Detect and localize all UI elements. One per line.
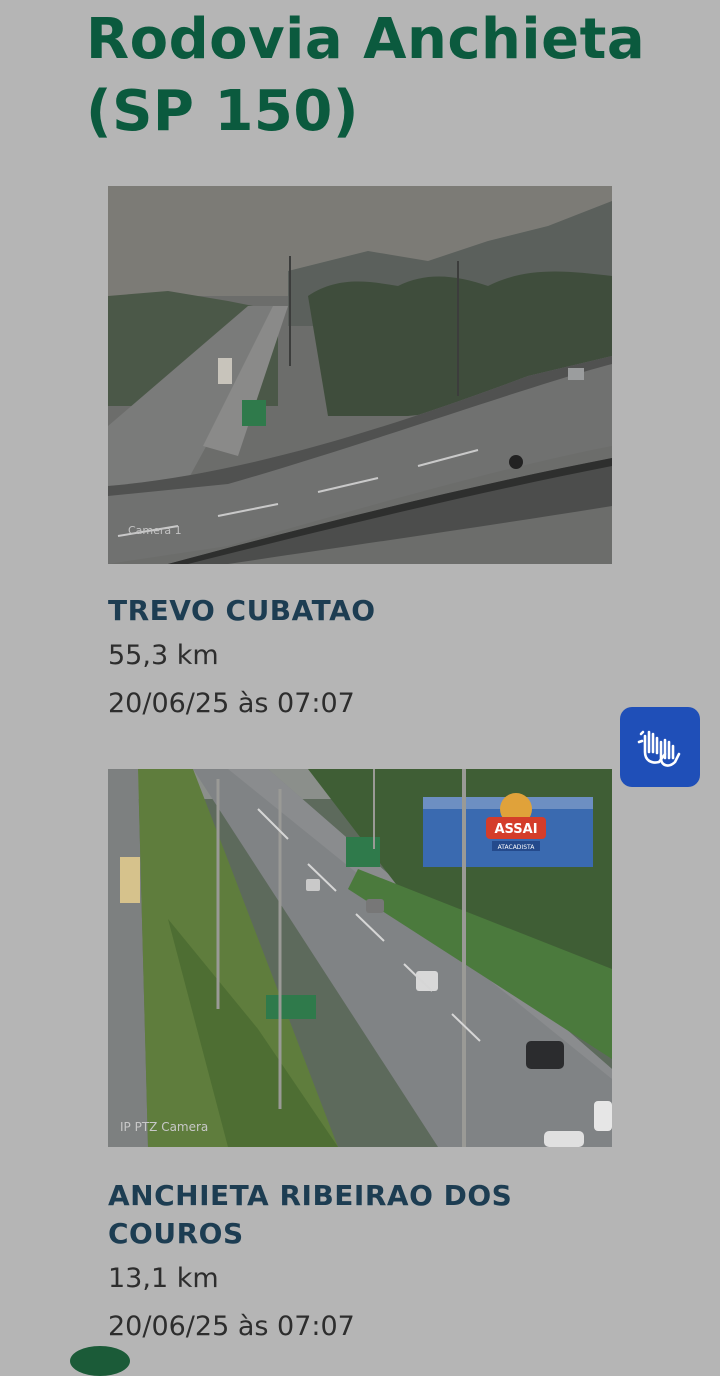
- camera-image-anchieta-ribeirao[interactable]: ASSAI ATACADISTA IP PTZ Camera: [108, 769, 612, 1147]
- accessibility-sign-language-button[interactable]: [620, 707, 700, 787]
- camera-km: 55,3 km: [108, 640, 219, 671]
- camera-km: 13,1 km: [108, 1263, 219, 1294]
- page-title: Rodovia Anchieta (SP 150): [86, 7, 646, 144]
- camera-card-anchieta-ribeirao[interactable]: ASSAI ATACADISTA IP PTZ Camera ANCHIETA …: [108, 769, 612, 1351]
- camera-snapshot: ASSAI ATACADISTA IP PTZ Camera: [108, 769, 612, 1147]
- camera-updated-time: 20/06/25 às 07:07: [108, 1311, 355, 1342]
- store-sign-text: ASSAI: [494, 822, 537, 837]
- camera-snapshot: Camera 1: [108, 186, 612, 564]
- camera-name: TREVO CUBATAO: [108, 594, 376, 627]
- camera-overlay-label: IP PTZ Camera: [120, 1120, 208, 1134]
- camera-card-trevo-cubatao[interactable]: Camera 1 TREVO CUBATAO 55,3 km 20/06/25 …: [108, 186, 612, 728]
- camera-name: ANCHIETA RIBEIRAO DOS COUROS: [108, 1179, 513, 1250]
- camera-overlay-label: Camera 1: [128, 524, 182, 537]
- camera-updated-time: 20/06/25 às 07:07: [108, 688, 355, 719]
- store-sign-subtext: ATACADISTA: [498, 844, 536, 851]
- camera-image-trevo-cubatao[interactable]: Camera 1: [108, 186, 612, 564]
- floating-chat-button[interactable]: [70, 1346, 130, 1376]
- sign-language-hands-icon: [637, 730, 681, 767]
